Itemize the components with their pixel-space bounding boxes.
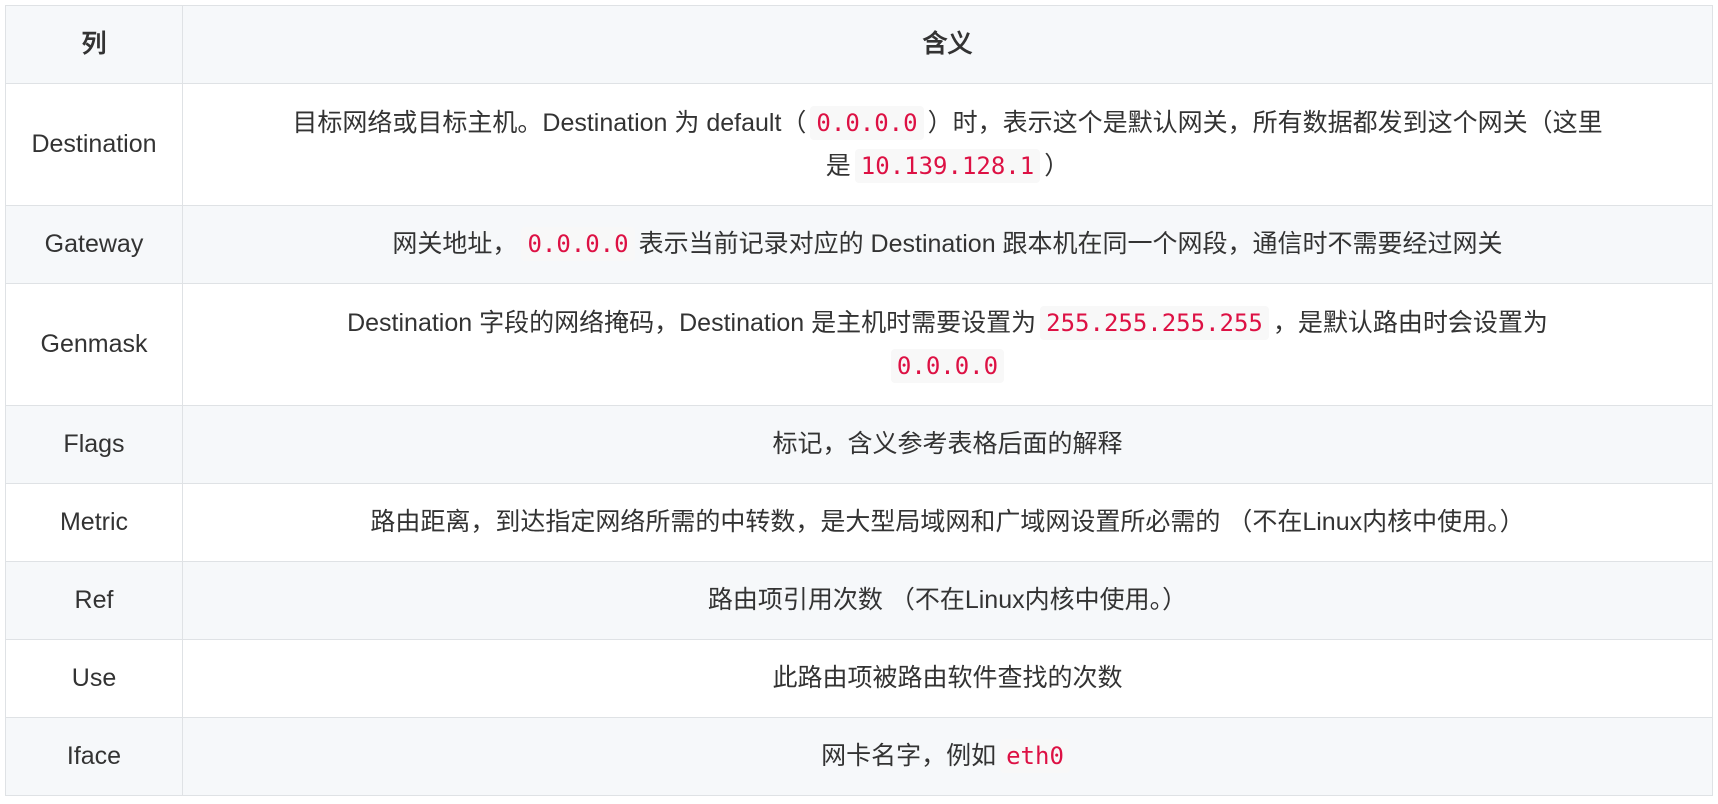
column-header-name: 列 bbox=[5, 5, 183, 84]
description-text: 表示当前记录对应的 Destination 跟本机在同一个网段，通信时不需要经过… bbox=[638, 230, 1503, 258]
inline-code: 0.0.0.0 bbox=[521, 227, 635, 261]
row-name: Iface bbox=[5, 717, 183, 796]
row-description: 网卡名字，例如 eth0 bbox=[182, 717, 1713, 796]
table-row-iface: Iface 网卡名字，例如 eth0 bbox=[5, 717, 1713, 796]
row-name: Use bbox=[5, 639, 183, 718]
description-line: 0.0.0.0 bbox=[209, 345, 1686, 388]
table-header: 列 含义 bbox=[5, 5, 1713, 84]
description-text: 网关地址， bbox=[392, 230, 518, 258]
inline-code: 10.139.128.1 bbox=[854, 148, 1041, 183]
description-text: ）时，表示这个是默认网关，所有数据都发到这个网关（这里 bbox=[927, 108, 1603, 137]
description-text: 网卡名字，例如 bbox=[821, 742, 997, 770]
row-name: Gateway bbox=[5, 205, 183, 284]
row-name: Genmask bbox=[5, 283, 183, 406]
row-description: 路由项引用次数 （不在Linux内核中使用。） bbox=[182, 561, 1713, 640]
table-row-flags: Flags 标记，含义参考表格后面的解释 bbox=[5, 405, 1713, 484]
route-columns-table: 列 含义 Destination 目标网络或目标主机。Destination 为… bbox=[5, 5, 1713, 796]
row-name: Ref bbox=[5, 561, 183, 640]
row-description: 目标网络或目标主机。Destination 为 default（ 0.0.0.0）… bbox=[182, 83, 1713, 206]
table-row-metric: Metric 路由距离，到达指定网络所需的中转数，是大型局域网和广域网设置所必需… bbox=[5, 483, 1713, 562]
table-row-ref: Ref 路由项引用次数 （不在Linux内核中使用。） bbox=[5, 561, 1713, 640]
table-row-use: Use 此路由项被路由软件查找的次数 bbox=[5, 639, 1713, 718]
row-description: 网关地址， 0.0.0.0 表示当前记录对应的 Destination 跟本机在同一… bbox=[182, 205, 1713, 284]
inline-code: 255.255.255.255 bbox=[1040, 305, 1269, 340]
row-description: 标记，含义参考表格后面的解释 bbox=[182, 405, 1713, 484]
description-text: ） bbox=[1044, 151, 1070, 180]
document: 列 含义 Destination 目标网络或目标主机。Destination 为… bbox=[0, 0, 1718, 804]
row-description: 此路由项被路由软件查找的次数 bbox=[182, 639, 1713, 718]
description-text: ，是默认路由时会设置为 bbox=[1272, 308, 1548, 337]
description-text: 是 bbox=[825, 151, 851, 180]
row-name: Metric bbox=[5, 483, 183, 562]
description-text: 目标网络或目标主机。Destination 为 default（ bbox=[292, 108, 807, 137]
inline-code: eth0 bbox=[1000, 739, 1070, 773]
row-name: Destination bbox=[5, 83, 183, 206]
table-body: Destination 目标网络或目标主机。Destination 为 defa… bbox=[5, 83, 1713, 796]
table-row-destination: Destination 目标网络或目标主机。Destination 为 defa… bbox=[5, 83, 1713, 206]
description-line: 目标网络或目标主机。Destination 为 default（ 0.0.0.0）… bbox=[209, 102, 1686, 145]
inline-code: 0.0.0.0 bbox=[810, 105, 924, 140]
table-row-gateway: Gateway 网关地址， 0.0.0.0 表示当前记录对应的 Destinatio… bbox=[5, 205, 1713, 284]
row-name: Flags bbox=[5, 405, 183, 484]
description-text: Destination 字段的网络掩码，Destination 是主机时需要设置… bbox=[347, 308, 1037, 337]
row-description: 路由距离，到达指定网络所需的中转数，是大型局域网和广域网设置所必需的 （不在Li… bbox=[182, 483, 1713, 562]
inline-code: 0.0.0.0 bbox=[890, 348, 1005, 383]
column-header-meaning: 含义 bbox=[182, 5, 1713, 84]
header-row: 列 含义 bbox=[5, 5, 1713, 84]
row-description: Destination 字段的网络掩码，Destination 是主机时需要设置… bbox=[182, 283, 1713, 406]
description-line: 是 10.139.128.1） bbox=[209, 145, 1686, 188]
table-row-genmask: Genmask Destination 字段的网络掩码，Destination … bbox=[5, 283, 1713, 406]
description-line: Destination 字段的网络掩码，Destination 是主机时需要设置… bbox=[209, 302, 1686, 345]
